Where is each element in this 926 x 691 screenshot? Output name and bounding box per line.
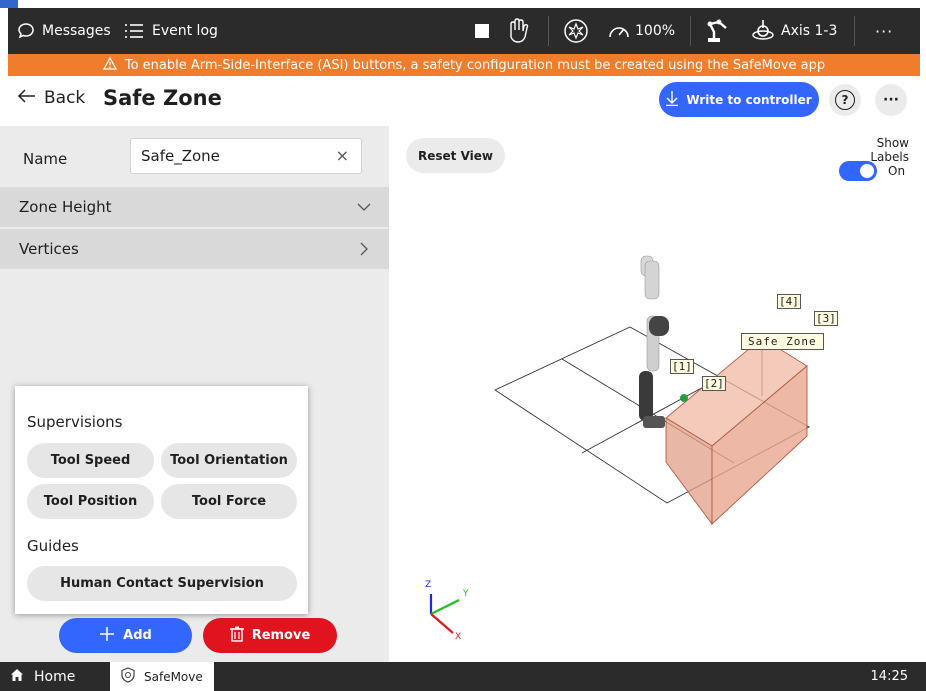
arrow-left-icon [17,88,36,108]
robot-mode-icon[interactable] [705,8,731,54]
zone-height-section[interactable]: Zone Height [0,187,389,227]
supervisions-heading: Supervisions [27,413,123,431]
page-header: Back Safe Zone Write to controller ? ··· [0,76,926,126]
download-arrow-icon [666,90,679,109]
gauge-icon [607,21,631,41]
write-label: Write to controller [686,92,812,107]
back-label: Back [44,88,86,108]
axis-button[interactable]: Axis 1-3 [751,8,837,54]
tool-position-button[interactable]: Tool Position [27,484,154,519]
3d-viewport[interactable]: Reset View Show Labels On [1] [2] [3] [4… [389,126,926,662]
vertex-label-1: [1] [670,359,694,374]
back-button[interactable]: Back [17,88,86,108]
axis-gizmo [429,594,460,634]
vertex-label-2: [2] [702,376,726,391]
remove-button[interactable]: Remove [203,618,337,653]
axis-label-y: Y [463,589,469,599]
hand-guide-icon[interactable] [505,8,533,54]
help-button[interactable]: ? [829,84,861,116]
name-field[interactable]: Safe_Zone × [130,138,362,174]
remove-label: Remove [251,628,311,643]
warning-text: To enable Arm-Side-Interface (ASI) butto… [124,57,826,73]
chevron-right-icon [357,240,371,262]
guides-heading: Guides [27,537,79,555]
app-indicator [0,0,18,8]
home-tab[interactable]: Home [0,662,108,691]
add-menu-popup: Supervisions Tool Speed Tool Orientation… [15,386,308,614]
messages-button[interactable]: Messages [16,8,111,54]
zone-height-label: Zone Height [19,198,112,216]
page-title: Safe Zone [103,86,222,110]
axis-label-z: Z [425,580,432,590]
warning-banner: To enable Arm-Side-Interface (ASI) butto… [8,54,920,76]
vertices-label: Vertices [19,240,79,258]
messages-label: Messages [42,23,111,39]
collision-icon[interactable] [563,8,589,54]
robot-arm [639,255,688,428]
axis-label-x: X [455,632,462,642]
scene [429,255,810,634]
home-icon [10,668,24,686]
zone-name-label: Safe Zone [741,333,824,350]
status-bar: Messages Event log 100% Axis 1-3 ··· [8,8,920,54]
name-row: Name Safe_Zone × [0,126,389,186]
chat-icon [16,21,36,41]
safemove-tab[interactable]: SafeMove [110,662,214,691]
warning-icon [102,56,117,74]
safemove-app-icon [120,667,136,686]
vertices-section[interactable]: Vertices [0,229,389,269]
speed-button[interactable]: 100% [607,8,675,54]
name-label: Name [23,150,68,168]
safemove-label: SafeMove [144,669,203,684]
axis-jog-icon [751,19,775,43]
list-icon [124,22,144,40]
tool-force-button[interactable]: Tool Force [161,484,297,519]
top-bar: Messages Event log 100% Axis 1-3 ··· [0,0,926,54]
axis-value: Axis 1-3 [781,23,838,39]
event-log-label: Event log [152,23,218,39]
add-button[interactable]: Add [59,618,192,653]
divider [690,16,691,46]
name-value: Safe_Zone [141,147,220,165]
write-to-controller-button[interactable]: Write to controller [659,82,819,117]
header-more-button[interactable]: ··· [875,84,907,116]
home-label: Home [34,668,76,685]
human-contact-supervision-button[interactable]: Human Contact Supervision [27,566,297,601]
clock: 14:25 [870,669,908,684]
more-menu-button[interactable]: ··· [875,8,893,54]
vertex-label-3: [3] [814,311,838,326]
clear-icon[interactable]: × [336,139,349,173]
help-icon: ? [835,90,855,110]
speed-value: 100% [635,23,676,39]
plus-icon [99,626,115,646]
vertex-label-4: [4] [777,294,801,309]
divider [548,16,549,46]
chevron-down-icon [357,198,371,220]
taskbar: Home SafeMove 14:25 [0,662,926,691]
add-label: Add [123,628,152,643]
tool-orientation-button[interactable]: Tool Orientation [161,443,297,478]
stop-icon[interactable] [475,8,489,54]
event-log-button[interactable]: Event log [124,8,218,54]
trash-icon [229,626,244,646]
divider [854,16,855,46]
tool-speed-button[interactable]: Tool Speed [27,443,154,478]
